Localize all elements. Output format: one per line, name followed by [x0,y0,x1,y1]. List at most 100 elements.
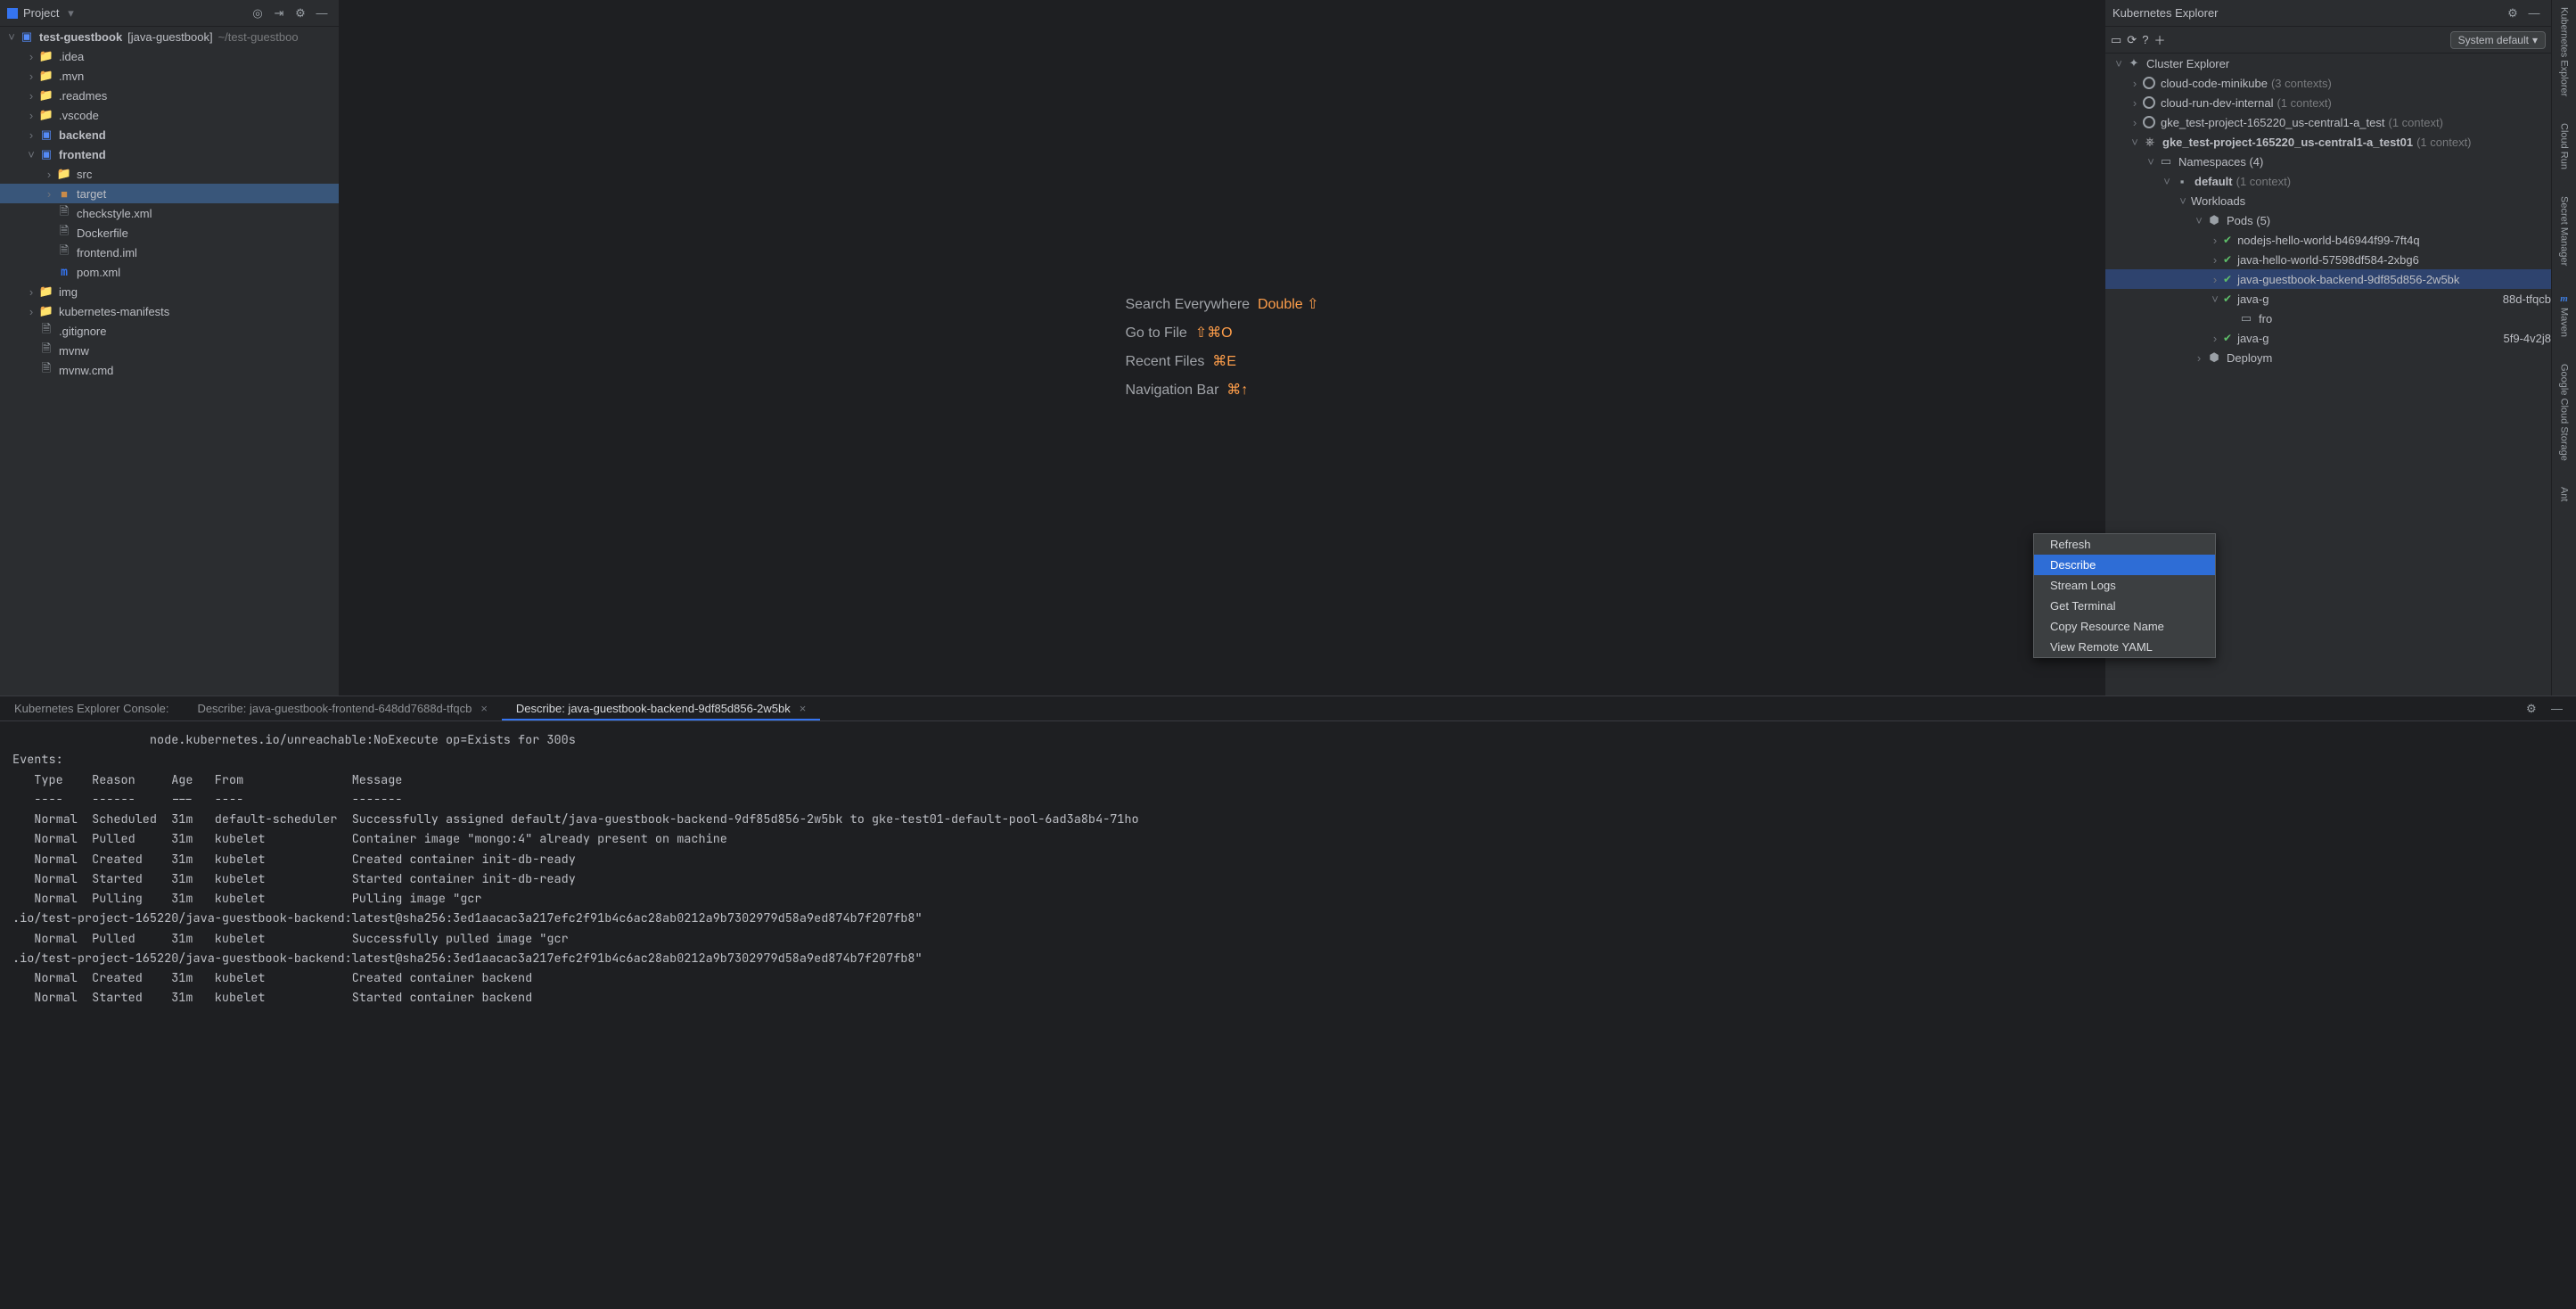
tree-item[interactable]: mpom.xml [0,262,339,282]
active-cluster-row[interactable]: ˅⎈gke_test-project-165220_us-central1-a_… [2105,132,2551,152]
chevron-right-icon[interactable]: › [2129,96,2141,110]
rail-google-cloud-storage[interactable]: Google Cloud Storage [2559,364,2570,461]
chevron-icon[interactable]: › [25,128,37,142]
close-icon[interactable]: × [480,702,488,715]
tree-item[interactable]: ›📁src [0,164,339,184]
tree-item[interactable]: ›■target [0,184,339,203]
chevron-icon[interactable]: › [25,285,37,299]
menu-item-copy-resource-name[interactable]: Copy Resource Name [2034,616,2215,637]
pod-row[interactable]: ›✔nodejs-hello-world-b46944f99-7ft4q [2105,230,2551,250]
tree-item[interactable]: 🗎checkstyle.xml [0,203,339,223]
cluster-row[interactable]: ›gke_test-project-165220_us-central1-a_t… [2105,112,2551,132]
tree-item[interactable]: ›📁.readmes [0,86,339,105]
pod-row[interactable]: ›✔java-guestbook-backend-9df85d856-2w5bk [2105,269,2551,289]
cluster-name: cloud-code-minikube [2161,77,2268,90]
project-root-row[interactable]: ˅ ▣ test-guestbook [java-guestbook] ~/te… [0,27,339,46]
tree-item[interactable]: ›📁img [0,282,339,301]
chevron-icon[interactable]: › [43,187,55,201]
chevron-icon[interactable]: › [43,168,55,181]
chevron-icon[interactable]: › [25,109,37,122]
chevron-down-icon[interactable]: ˅ [2112,57,2125,70]
tree-item[interactable]: ›📁.idea [0,46,339,66]
rail-cloud-run[interactable]: Cloud Run [2559,123,2570,169]
tree-item[interactable]: ›📁kubernetes-manifests [0,301,339,321]
chevron-down-icon[interactable]: ˅ [2145,155,2157,169]
gear-icon[interactable]: ⚙ [2503,4,2523,23]
console-output[interactable]: node.kubernetes.io/unreachable:NoExecute… [0,721,2576,1309]
open-icon[interactable]: ▭ [2111,33,2121,47]
minimize-icon[interactable]: — [312,4,332,23]
chevron-right-icon[interactable]: › [2209,273,2221,286]
menu-item-stream-logs[interactable]: Stream Logs [2034,575,2215,596]
default-ns-row[interactable]: ˅▪default (1 context) [2105,171,2551,191]
console-tab-describe-backend[interactable]: Describe: java-guestbook-backend-9df85d8… [502,696,820,720]
menu-item-describe[interactable]: Describe [2034,555,2215,575]
tree-item[interactable]: 🗎frontend.iml [0,243,339,262]
pod-row[interactable]: ˅✔java-g88d-tfqcb [2105,289,2551,309]
rail-kubernetes-explorer[interactable]: Kubernetes Explorer [2559,7,2570,96]
chevron-icon[interactable]: › [25,50,37,63]
system-default-dropdown[interactable]: System default ▾ [2450,31,2546,49]
chevron-down-icon[interactable]: ˅ [2193,214,2205,227]
console-tab-main[interactable]: Kubernetes Explorer Console: [0,696,183,720]
close-icon[interactable]: × [800,702,807,715]
tree-item[interactable]: 🗎mvnw.cmd [0,360,339,380]
deployments-row[interactable]: ›⬢Deploym [2105,348,2551,367]
cluster-explorer-row[interactable]: ˅✦Cluster Explorer [2105,54,2551,73]
chevron-right-icon[interactable]: › [2129,77,2141,90]
rail-secret-manager[interactable]: Secret Manager [2559,196,2570,266]
workloads-row[interactable]: ˅Workloads [2105,191,2551,210]
chevron-icon[interactable]: › [25,70,37,83]
pod-row[interactable]: ›✔java-hello-world-57598df584-2xbg6 [2105,250,2551,269]
chevron-icon[interactable]: › [25,305,37,318]
chevron-right-icon[interactable]: › [2209,332,2221,345]
tree-item[interactable]: 🗎.gitignore [0,321,339,341]
chevron-right-icon[interactable]: › [2209,234,2221,247]
chevron-down-icon[interactable]: ▾ [64,6,77,21]
tree-item[interactable]: ›📁.mvn [0,66,339,86]
file-icon: 🗎 [57,206,71,220]
gear-icon[interactable]: ⚙ [291,4,310,23]
menu-item-view-remote-yaml[interactable]: View Remote YAML [2034,637,2215,657]
refresh-icon[interactable]: ⟳ [2127,33,2137,47]
menu-item-refresh[interactable]: Refresh [2034,534,2215,555]
tree-item[interactable]: ›▣backend [0,125,339,144]
cluster-row[interactable]: ›cloud-code-minikube (3 contexts) [2105,73,2551,93]
folder-icon: 📁 [39,88,53,103]
chevron-down-icon[interactable]: ˅ [2161,175,2173,188]
rail-ant[interactable]: Ant [2559,487,2570,502]
hint-search-label: Search Everywhere [1125,297,1250,312]
minimize-icon[interactable]: — [2551,702,2576,715]
chevron-down-icon[interactable]: ˅ [2177,194,2189,208]
collapse-icon[interactable]: ⇥ [269,4,289,23]
namespaces-row[interactable]: ˅▭Namespaces (4) [2105,152,2551,171]
minimize-icon[interactable]: — [2524,4,2544,23]
chevron-right-icon[interactable]: › [2129,116,2141,129]
chevron-down-icon[interactable]: ˅ [2129,136,2141,149]
chevron-icon[interactable]: ˅ [25,148,37,161]
container-row[interactable]: ·▭fro [2105,309,2551,328]
menu-item-get-terminal[interactable]: Get Terminal [2034,596,2215,616]
cluster-row[interactable]: ›cloud-run-dev-internal (1 context) [2105,93,2551,112]
chevron-right-icon[interactable]: › [2209,253,2221,267]
chevron-down-icon[interactable]: ˅ [2209,292,2221,306]
chevron-down-icon[interactable]: ˅ [5,30,18,44]
project-title[interactable]: Project [23,6,59,20]
add-icon[interactable]: ＋ [2154,31,2165,48]
chevron-icon[interactable]: › [25,89,37,103]
chevron-right-icon[interactable]: › [2193,351,2205,365]
default-ns-label: default [2195,175,2233,188]
pods-row[interactable]: ˅⬢Pods (5) [2105,210,2551,230]
tree-item[interactable]: ›📁.vscode [0,105,339,125]
rail-maven[interactable]: mMaven [2559,293,2570,337]
console-tab-describe-frontend[interactable]: Describe: java-guestbook-frontend-648dd7… [183,696,501,720]
tree-item[interactable]: 🗎mvnw [0,341,339,360]
target-icon[interactable]: ◎ [248,4,267,23]
project-tree[interactable]: ˅ ▣ test-guestbook [java-guestbook] ~/te… [0,27,339,696]
tree-item-label: src [77,168,92,181]
help-icon[interactable]: ? [2142,33,2148,46]
tree-item[interactable]: ˅▣frontend [0,144,339,164]
pod-row[interactable]: ›✔java-g5f9-4v2j8 [2105,328,2551,348]
tree-item[interactable]: 🗎Dockerfile [0,223,339,243]
gear-icon[interactable]: ⚙ [2526,702,2551,716]
